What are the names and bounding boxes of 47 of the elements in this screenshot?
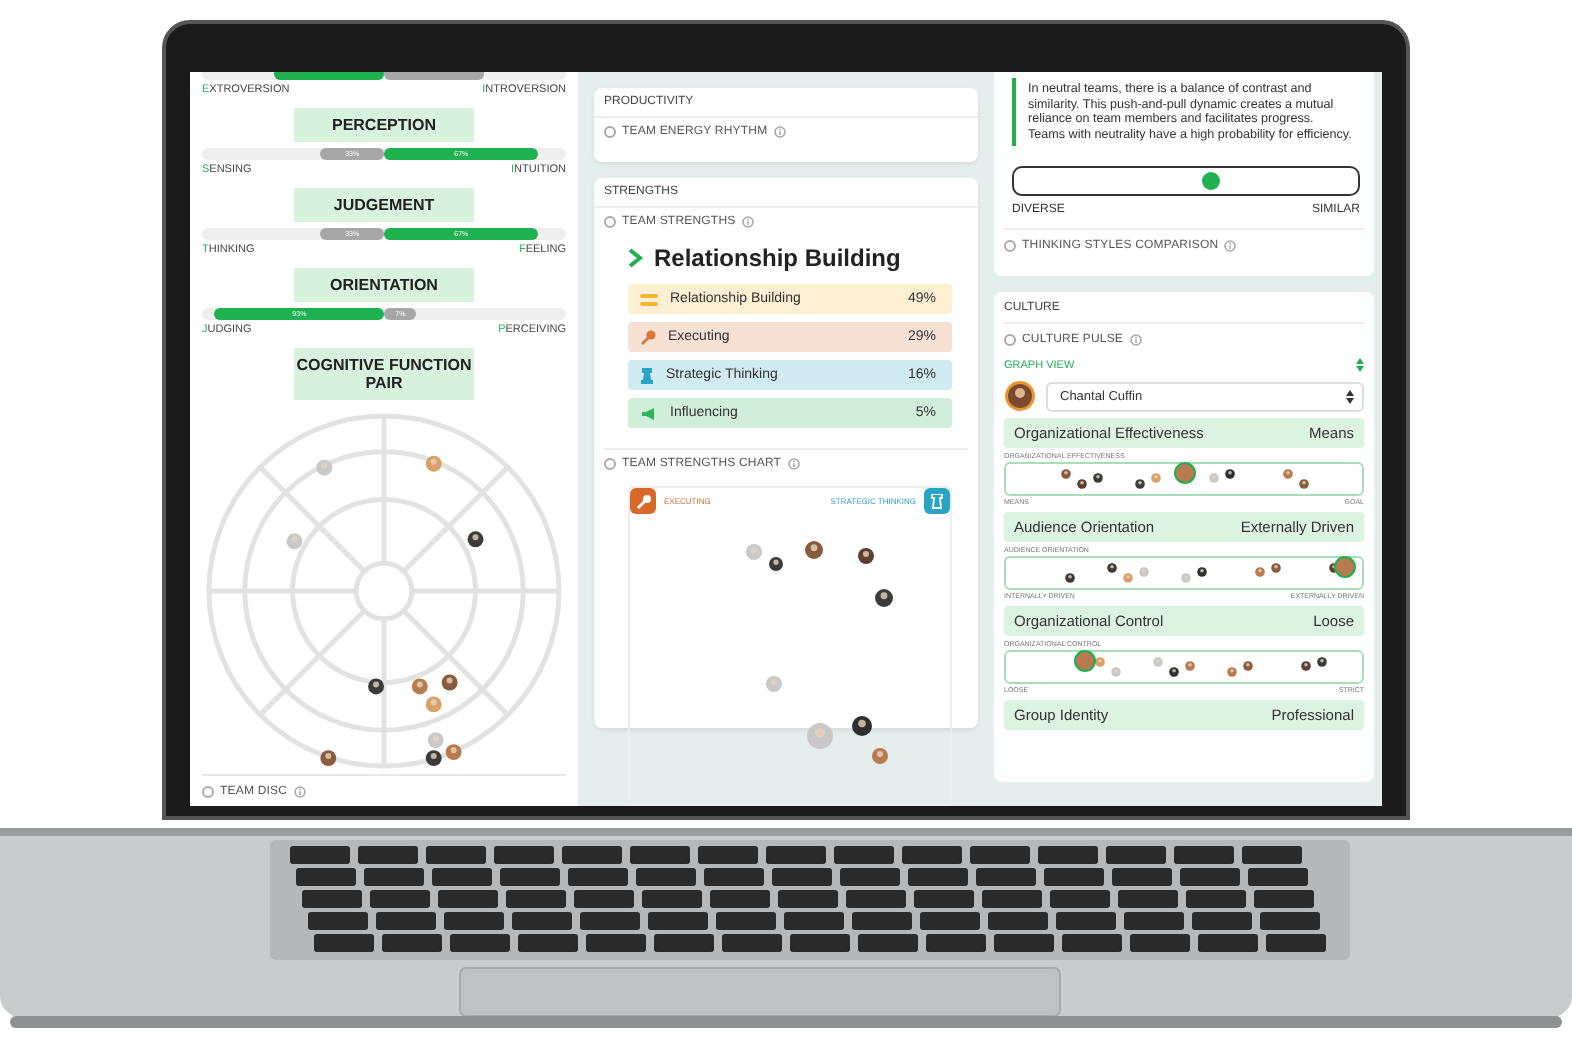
toggle-icon[interactable]	[1004, 240, 1016, 252]
avatar	[425, 750, 442, 767]
avatar	[286, 533, 303, 550]
toggle-icon[interactable]	[604, 126, 616, 138]
info-icon	[1129, 334, 1142, 346]
avatar	[445, 744, 462, 761]
avatar	[746, 544, 762, 560]
avatar	[368, 678, 384, 695]
avatar	[425, 455, 442, 472]
rook-badge-icon	[924, 488, 950, 514]
avatar	[852, 716, 872, 736]
toggle-icon[interactable]	[604, 216, 616, 228]
sort-icon	[1346, 389, 1354, 403]
info-icon	[787, 458, 800, 470]
sort-icon	[1356, 358, 1364, 372]
toggle-icon[interactable]	[202, 786, 214, 798]
avatar	[807, 723, 833, 749]
section-heading: COGNITIVE FUNCTION PAIR	[294, 348, 474, 400]
top-strength: Relationship Building	[654, 244, 901, 272]
toggle-icon[interactable]	[604, 458, 616, 470]
avatar	[872, 748, 888, 764]
avatar	[805, 541, 823, 559]
info-icon	[1224, 240, 1237, 252]
avatar	[427, 732, 444, 749]
chevron-icon	[628, 248, 644, 268]
section-heading: PERCEPTION	[294, 108, 474, 142]
avatar	[411, 678, 428, 695]
section-heading: JUDGEMENT	[294, 188, 474, 222]
info-icon	[773, 126, 786, 138]
avatar	[769, 557, 783, 571]
avatar	[467, 531, 484, 548]
avatar	[858, 548, 874, 564]
slider-thumb[interactable]	[1201, 172, 1220, 190]
toggle-icon[interactable]	[1004, 334, 1016, 346]
avatar	[875, 589, 893, 607]
avatar	[1004, 380, 1036, 412]
avatar	[1065, 573, 1075, 583]
info-icon	[293, 786, 306, 798]
avatar	[766, 676, 782, 692]
avatar	[425, 696, 442, 713]
avatar	[320, 750, 337, 767]
avatar	[441, 674, 458, 691]
slider-track[interactable]	[1012, 166, 1360, 196]
info-icon	[741, 216, 754, 228]
avatar	[316, 459, 333, 476]
wrench-badge-icon	[630, 488, 656, 514]
section-heading: ORIENTATION	[294, 268, 474, 302]
